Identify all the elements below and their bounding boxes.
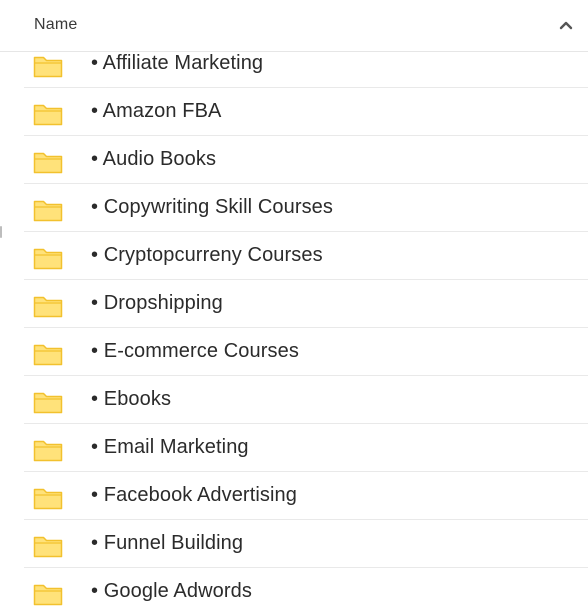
folder-name: • Dropshipping xyxy=(91,292,223,314)
scroll-indicator xyxy=(0,226,2,238)
folder-icon xyxy=(33,294,63,318)
folder-row[interactable]: • Copywriting Skill Courses xyxy=(24,184,588,232)
folder-row[interactable]: • Audio Books xyxy=(24,136,588,184)
folder-icon xyxy=(33,150,63,174)
folder-icon xyxy=(33,342,63,366)
folder-row[interactable]: • Google Adwords xyxy=(24,568,588,608)
folder-icon xyxy=(33,486,63,510)
file-browser: • Affiliate Marketing • Amazon FBA • Aud… xyxy=(0,0,588,608)
folder-row[interactable]: • Cryptopcurreny Courses xyxy=(24,232,588,280)
folder-row[interactable]: • Facebook Advertising xyxy=(24,472,588,520)
folder-name: • Facebook Advertising xyxy=(91,484,297,506)
sort-toggle-button[interactable] xyxy=(554,14,578,38)
folder-icon xyxy=(33,438,63,462)
folder-icon xyxy=(33,246,63,270)
folder-icon xyxy=(33,582,63,606)
folder-name: • Cryptopcurreny Courses xyxy=(91,244,323,266)
folder-row[interactable]: • Dropshipping xyxy=(24,280,588,328)
folder-name: • Funnel Building xyxy=(91,532,244,554)
folder-row[interactable]: • Email Marketing xyxy=(24,424,588,472)
folder-icon xyxy=(33,198,63,222)
folder-icon xyxy=(33,390,63,414)
column-header: Name xyxy=(0,0,588,52)
folder-row[interactable]: • Amazon FBA xyxy=(24,88,588,136)
folder-icon xyxy=(33,534,63,558)
folder-name: • Google Adwords xyxy=(91,580,252,602)
folder-name: • Audio Books xyxy=(91,148,217,170)
chevron-up-icon xyxy=(559,17,573,35)
folder-name: • Ebooks xyxy=(91,388,172,410)
folder-icon xyxy=(33,102,63,126)
folder-row[interactable]: • Funnel Building xyxy=(24,520,588,568)
folder-name: • Amazon FBA xyxy=(91,100,222,122)
folder-row[interactable]: • E-commerce Courses xyxy=(24,328,588,376)
folder-name: • Email Marketing xyxy=(91,436,249,458)
folder-icon xyxy=(33,54,63,78)
column-header-name[interactable]: Name xyxy=(34,16,77,34)
folder-name: • Copywriting Skill Courses xyxy=(91,196,333,218)
folder-name: • Affiliate Marketing xyxy=(91,52,264,74)
folder-list: • Affiliate Marketing • Amazon FBA • Aud… xyxy=(24,40,588,608)
folder-name: • E-commerce Courses xyxy=(91,340,299,362)
folder-row[interactable]: • Ebooks xyxy=(24,376,588,424)
